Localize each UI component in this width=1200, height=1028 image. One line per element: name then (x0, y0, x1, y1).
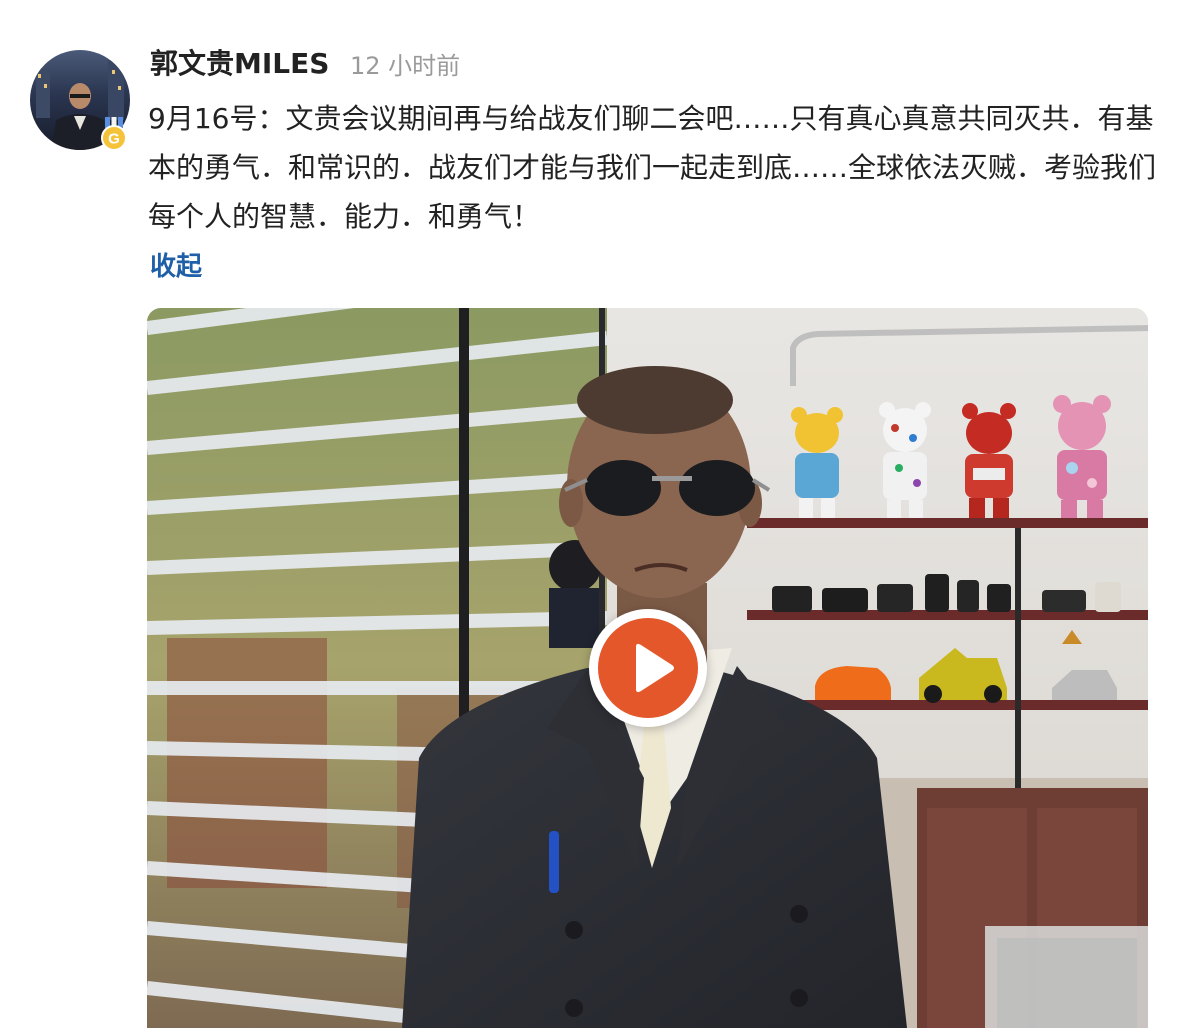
play-icon (636, 643, 674, 693)
play-button[interactable] (589, 609, 707, 727)
post-timestamp: 12 小时前 (350, 52, 461, 80)
video-thumbnail[interactable] (147, 308, 1148, 1028)
username[interactable]: 郭文贵MILES (150, 42, 329, 82)
badge-letter: G (108, 131, 120, 148)
post-text: 9月16号：文贵会议期间再与给战友们聊二会吧……只有真心真意共同灭共．有基本的勇… (148, 102, 1157, 233)
medal-badge-icon[interactable]: G (101, 117, 127, 151)
weibo-post: G 郭文贵MILES 12 小时前 9月16号：文贵会议期间再与给战友们聊二会吧… (0, 0, 1200, 1028)
collapse-link[interactable]: 收起 (150, 246, 202, 283)
